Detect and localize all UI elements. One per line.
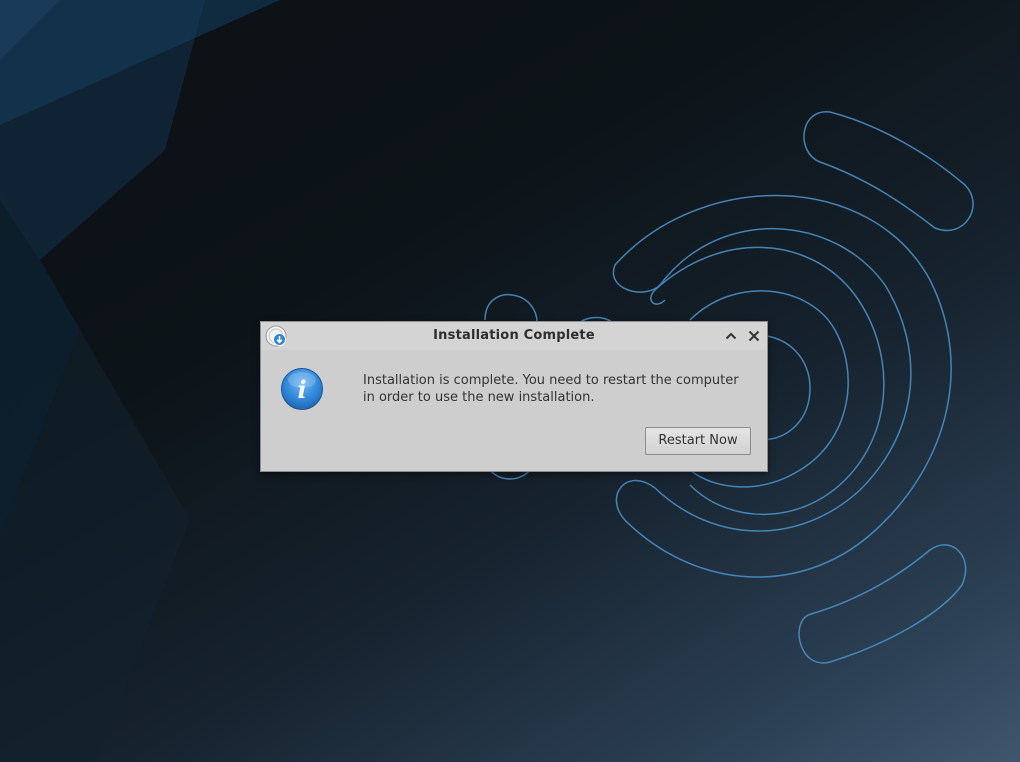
message-line-1: Installation is complete. You need to re… (363, 373, 739, 388)
information-icon: i (280, 367, 324, 411)
desktop: Installation Complete i Installation is … (0, 0, 1020, 762)
dialog-title: Installation Complete (433, 328, 595, 343)
close-icon[interactable] (746, 328, 762, 344)
dialog-message: Installation is complete. You need to re… (363, 372, 753, 406)
svg-text:i: i (297, 375, 306, 404)
restart-now-button[interactable]: Restart Now (645, 427, 751, 455)
chevron-up-icon[interactable] (723, 328, 739, 344)
message-line-2: in order to use the new installation. (363, 390, 595, 405)
installation-complete-dialog: Installation Complete i Installation is … (260, 321, 768, 472)
dialog-titlebar[interactable]: Installation Complete (261, 322, 767, 350)
